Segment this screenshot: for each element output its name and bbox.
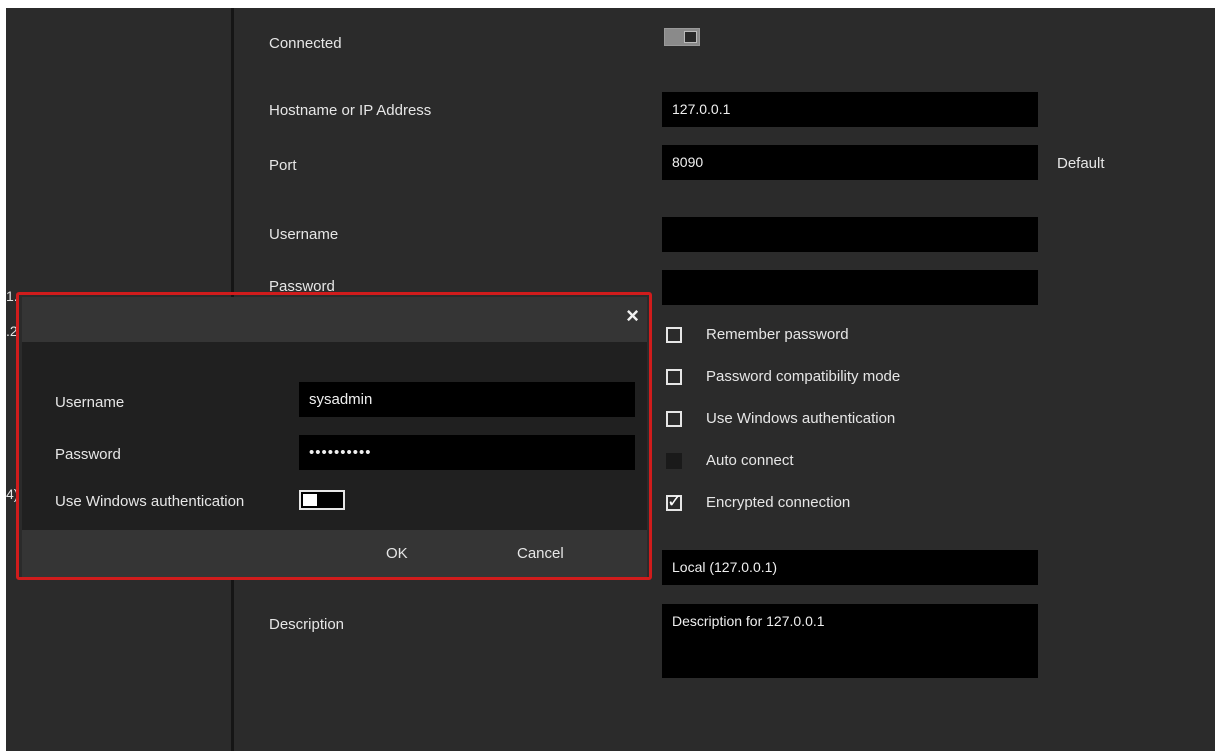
hostname-label: Hostname or IP Address	[269, 102, 432, 119]
checkbox-box[interactable]	[666, 369, 682, 385]
checkbox-label: Encrypted connection	[706, 494, 851, 511]
checkbox-label: Auto connect	[706, 452, 794, 469]
name-input[interactable]: Local (127.0.0.1)	[662, 550, 1038, 585]
checkbox-label: Password compatibility mode	[706, 368, 901, 385]
toggle-knob	[684, 31, 697, 43]
port-label: Port	[269, 157, 297, 174]
hostname-input[interactable]: 127.0.0.1	[662, 92, 1038, 127]
username-label: Username	[269, 226, 339, 243]
checkbox-box[interactable]: ✓	[666, 491, 682, 511]
connected-label: Connected	[269, 35, 342, 52]
app-window: 1. .2 4) Connected Hostname or IP Addres…	[0, 0, 1215, 751]
checkbox-box[interactable]	[666, 327, 682, 343]
checkbox-box[interactable]	[666, 453, 682, 469]
description-label: Description	[269, 616, 345, 633]
password-input[interactable]	[662, 270, 1038, 305]
description-input[interactable]: Description for 127.0.0.1	[662, 604, 1038, 678]
checkmark-icon: ✓	[667, 491, 683, 511]
connected-toggle[interactable]	[664, 28, 700, 46]
username-input[interactable]	[662, 217, 1038, 252]
port-input[interactable]: 8090	[662, 145, 1038, 180]
checkbox-label: Use Windows authentication	[706, 410, 896, 427]
default-port-link[interactable]: Default	[1057, 155, 1105, 172]
dialog-highlight-outline	[16, 292, 652, 580]
checkbox-label: Remember password	[706, 326, 849, 343]
checkbox-box[interactable]	[666, 411, 682, 427]
